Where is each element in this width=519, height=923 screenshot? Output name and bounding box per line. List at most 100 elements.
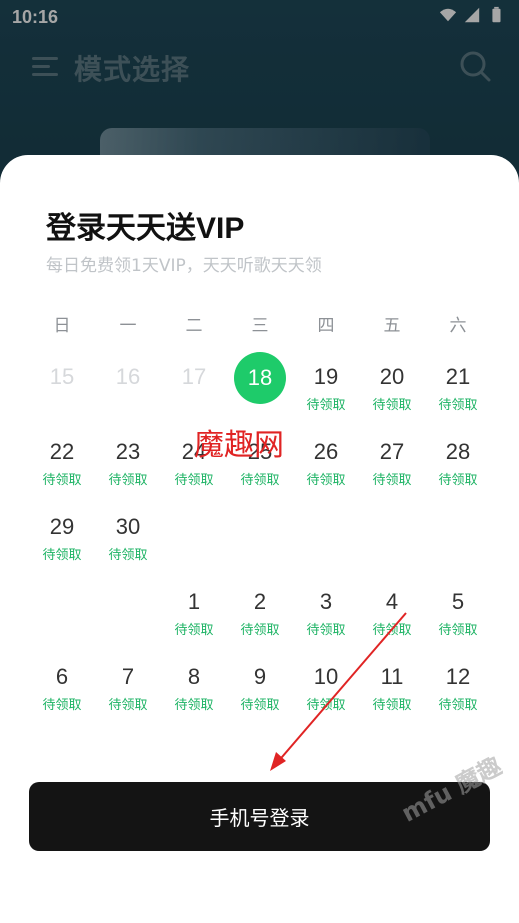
day-number: 8 (187, 664, 201, 689)
sheet-subtitle: 每日免费领1天VIP，天天听歌天天领 (46, 256, 322, 276)
claim-status-label: 待领取 (438, 623, 478, 638)
weekday-label: 日 (53, 316, 71, 336)
weekday-label: 二 (185, 316, 203, 336)
day-number: 2 (253, 589, 267, 614)
day-number: 4 (385, 589, 399, 614)
claim-status-label: 待领取 (108, 698, 148, 713)
calendar-empty-cell (293, 500, 359, 575)
day-number: 9 (253, 664, 267, 689)
calendar-day[interactable]: 12 待领取 (425, 650, 491, 725)
claim-status-label: 待领取 (174, 698, 214, 713)
calendar-day[interactable]: 1 待领取 (161, 575, 227, 650)
phone-login-button[interactable]: 手机号登录 (29, 782, 490, 851)
claim-status-label: 待领取 (42, 473, 82, 488)
day-number: 6 (55, 664, 69, 689)
calendar-day[interactable]: 27 待领取 (359, 425, 425, 500)
day-number: 10 (313, 664, 339, 689)
weekday-label: 三 (251, 316, 269, 336)
claim-status-label: 待领取 (240, 623, 280, 638)
calendar-grid: 15 16 17 18 19 待领取 20 待领取 21 待领取 22 待领取 23 待领取 24 待领取 25… (29, 350, 491, 725)
calendar-day[interactable]: 21 待领取 (425, 350, 491, 425)
claim-status-label: 待领取 (108, 548, 148, 563)
day-number: 23 (115, 439, 141, 464)
claim-status-label: 待领取 (42, 548, 82, 563)
calendar-day[interactable]: 5 待领取 (425, 575, 491, 650)
claim-status-label: 待领取 (174, 473, 214, 488)
calendar-empty-cell (95, 575, 161, 650)
calendar-day[interactable]: 6 待领取 (29, 650, 95, 725)
calendar-day[interactable]: 2 待领取 (227, 575, 293, 650)
claim-status-label: 待领取 (174, 623, 214, 638)
calendar-day: 16 (95, 350, 161, 425)
day-number: 22 (49, 439, 75, 464)
calendar-day: 17 (161, 350, 227, 425)
day-number: 20 (379, 364, 405, 389)
calendar-day[interactable]: 30 待领取 (95, 500, 161, 575)
calendar-day[interactable]: 9 待领取 (227, 650, 293, 725)
calendar-empty-cell (161, 500, 227, 575)
day-number: 12 (445, 664, 471, 689)
claim-status-label: 待领取 (372, 623, 412, 638)
claim-status-label: 待领取 (306, 473, 346, 488)
calendar-day[interactable]: 7 待领取 (95, 650, 161, 725)
calendar-day[interactable]: 25 待领取 (227, 425, 293, 500)
calendar-day[interactable]: 18 (227, 350, 293, 425)
day-number: 21 (445, 364, 471, 389)
day-number: 25 (247, 439, 273, 464)
calendar-day[interactable]: 8 待领取 (161, 650, 227, 725)
calendar-day: 15 (29, 350, 95, 425)
day-number: 7 (121, 664, 135, 689)
calendar-day[interactable]: 19 待领取 (293, 350, 359, 425)
calendar-empty-cell (227, 500, 293, 575)
claim-status-label: 待领取 (42, 698, 82, 713)
day-number: 27 (379, 439, 405, 464)
sheet-title: 登录天天送VIP (46, 212, 245, 245)
weekday-header: 日 一 二 三 四 五 六 (29, 311, 491, 336)
weekday-label: 一 (119, 316, 137, 336)
claim-status-label: 待领取 (240, 473, 280, 488)
calendar-day[interactable]: 10 待领取 (293, 650, 359, 725)
claim-status-label: 待领取 (306, 623, 346, 638)
day-number: 17 (181, 364, 207, 389)
day-number: 26 (313, 439, 339, 464)
claim-status-label: 待领取 (372, 473, 412, 488)
day-number: 1 (187, 589, 201, 614)
claim-status-label: 待领取 (438, 698, 478, 713)
day-number: 30 (115, 514, 141, 539)
day-number: 5 (451, 589, 465, 614)
calendar-day[interactable]: 11 待领取 (359, 650, 425, 725)
day-number: 15 (49, 364, 75, 389)
claim-status-label: 待领取 (306, 398, 346, 413)
day-number: 11 (380, 664, 404, 689)
calendar-day[interactable]: 24 待领取 (161, 425, 227, 500)
day-number: 24 (181, 439, 207, 464)
calendar-day[interactable]: 20 待领取 (359, 350, 425, 425)
claim-status-label: 待领取 (438, 473, 478, 488)
calendar-day[interactable]: 23 待领取 (95, 425, 161, 500)
calendar-day[interactable]: 4 待领取 (359, 575, 425, 650)
calendar-day[interactable]: 29 待领取 (29, 500, 95, 575)
calendar-empty-cell (359, 500, 425, 575)
calendar-day[interactable]: 28 待领取 (425, 425, 491, 500)
calendar-day[interactable]: 3 待领取 (293, 575, 359, 650)
day-number: 3 (319, 589, 333, 614)
calendar-day[interactable]: 22 待领取 (29, 425, 95, 500)
vip-signin-sheet: 登录天天送VIP 每日免费领1天VIP，天天听歌天天领 日 一 二 三 四 五 … (0, 155, 519, 923)
day-number: 19 (313, 364, 339, 389)
weekday-label: 四 (317, 316, 335, 336)
claim-status-label: 待领取 (306, 698, 346, 713)
day-number: 29 (49, 514, 75, 539)
claim-status-label: 待领取 (372, 398, 412, 413)
weekday-label: 五 (383, 316, 401, 336)
calendar-day[interactable]: 26 待领取 (293, 425, 359, 500)
day-number: 28 (445, 439, 471, 464)
calendar-empty-cell (29, 575, 95, 650)
weekday-label: 六 (449, 316, 467, 336)
claim-status-label: 待领取 (372, 698, 412, 713)
claim-status-label: 待领取 (240, 698, 280, 713)
day-number: 16 (115, 364, 141, 389)
day-number: 18 (247, 365, 273, 390)
claim-status-label: 待领取 (438, 398, 478, 413)
claim-status-label: 待领取 (108, 473, 148, 488)
calendar-empty-cell (425, 500, 491, 575)
